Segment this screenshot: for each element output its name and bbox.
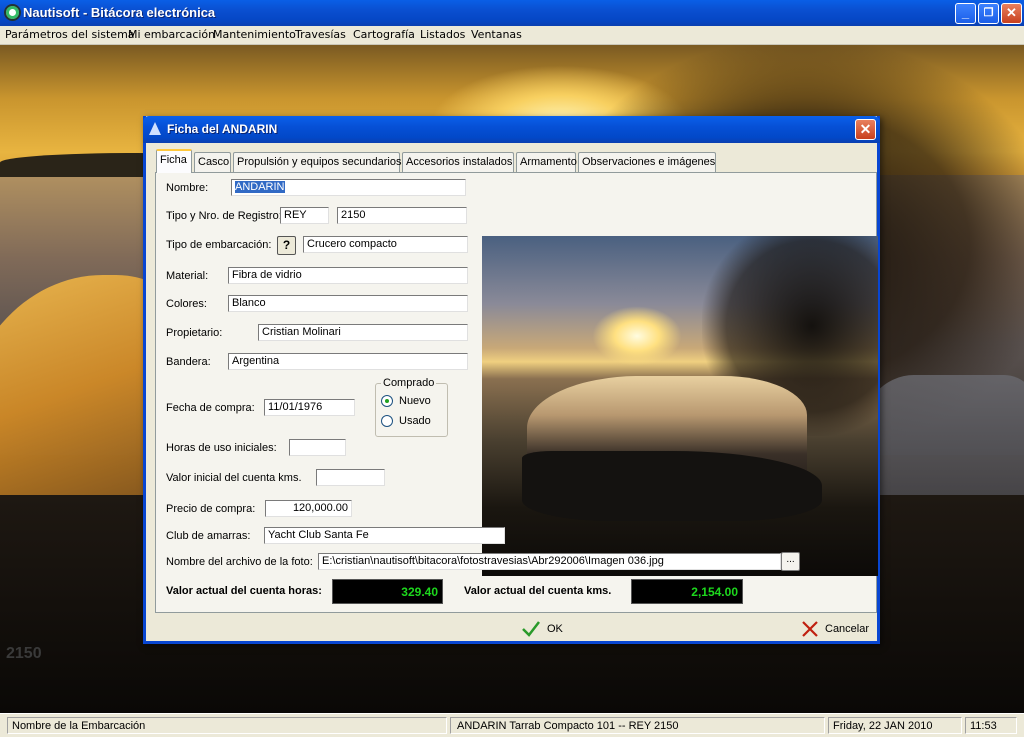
status-time: 11:53	[965, 717, 1017, 734]
club-field[interactable]: Yacht Club Santa Fe	[264, 527, 505, 544]
tab-casco[interactable]: Casco	[194, 152, 231, 172]
browse-photo-button[interactable]: ...	[781, 552, 800, 571]
menu-listados[interactable]: Listados	[420, 28, 465, 41]
kms-actual-display: 2,154.00	[631, 579, 743, 604]
dialog-title-bar: Ficha del ANDARIN ✕	[143, 116, 880, 143]
tipo-embarcacion-field[interactable]: Crucero compacto	[303, 236, 468, 253]
cancel-label: Cancelar	[825, 623, 870, 635]
tab-propulsion[interactable]: Propulsión y equipos secundarios	[233, 152, 402, 172]
colores-label: Colores:	[166, 298, 207, 310]
material-field[interactable]: Fibra de vidrio	[228, 267, 468, 284]
comprado-nuevo-label: Nuevo	[399, 395, 431, 407]
tipo-registro-label: Tipo y Nro. de Registro:	[166, 210, 282, 222]
club-label: Club de amarras:	[166, 530, 251, 542]
app-title: Nautisoft - Bitácora electrónica	[23, 5, 216, 20]
fecha-compra-field[interactable]: 11/01/1976	[264, 399, 355, 416]
background-registration: 2150	[6, 645, 42, 662]
menu-bar: Parámetros del sistema Mi embarcación Ma…	[0, 26, 1024, 45]
status-field-hint: Nombre de la Embarcación	[7, 717, 447, 734]
status-date: Friday, 22 JAN 2010	[828, 717, 962, 734]
menu-mantenimiento[interactable]: Mantenimiento	[213, 28, 296, 41]
horas-actual-display: 329.40	[332, 579, 443, 604]
tipo-embarcacion-label: Tipo de embarcación:	[166, 239, 272, 251]
valor-kms-label: Valor inicial del cuenta kms.	[166, 472, 302, 484]
nro-registro-field[interactable]: 2150	[337, 207, 467, 224]
horas-uso-field[interactable]	[289, 439, 346, 456]
foto-path-field[interactable]: E:\cristian\nautisoft\bitacora\fotostrav…	[318, 553, 781, 570]
comprado-group	[375, 383, 448, 437]
tab-ficha[interactable]: Ficha	[156, 149, 192, 173]
menu-parametros[interactable]: Parámetros del sistema	[5, 28, 135, 41]
horas-uso-label: Horas de uso iniciales:	[166, 442, 277, 454]
comprado-group-title: Comprado	[381, 377, 437, 389]
menu-cartografia[interactable]: Cartografía	[353, 28, 415, 41]
comprado-usado-label: Usado	[399, 415, 431, 427]
fecha-compra-label: Fecha de compra:	[166, 402, 255, 414]
horas-actual-label: Valor actual del cuenta horas:	[166, 585, 322, 597]
app-title-bar: Nautisoft - Bitácora electrónica _ ❐ ✕	[0, 0, 1024, 26]
status-boat-info: ANDARIN Tarrab Compacto 101 -- REY 2150	[450, 717, 825, 734]
dialog-title: Ficha del ANDARIN	[167, 122, 278, 136]
kms-actual-label: Valor actual del cuenta kms.	[464, 585, 612, 597]
nombre-label: Nombre:	[166, 182, 209, 194]
minimize-button[interactable]: _	[955, 3, 976, 24]
tab-panel-ficha: Nombre: ANDARIN Tipo y Nro. de Registro:…	[155, 172, 878, 613]
comprado-usado-radio[interactable]	[381, 415, 393, 427]
boat-record-dialog: Ficha del ANDARIN ✕ Ficha Casco Propulsi…	[143, 116, 880, 644]
colores-field[interactable]: Blanco	[228, 295, 468, 312]
maximize-button[interactable]: ❐	[978, 3, 999, 24]
tab-observaciones[interactable]: Observaciones e imágenes	[578, 152, 716, 172]
foto-label: Nombre del archivo de la foto:	[166, 556, 313, 568]
photo-boat-hull	[522, 451, 822, 521]
tab-armamento[interactable]: Armamento	[516, 152, 577, 172]
check-icon	[522, 621, 540, 637]
boat-photo	[482, 236, 878, 576]
sail-icon	[149, 122, 161, 135]
material-label: Material:	[166, 270, 209, 282]
bandera-field[interactable]: Argentina	[228, 353, 468, 370]
status-bar: Nombre de la Embarcación ANDARIN Tarrab …	[0, 713, 1024, 737]
bandera-label: Bandera:	[166, 356, 211, 368]
menu-travesias[interactable]: Travesías	[295, 28, 346, 41]
comprado-nuevo-radio[interactable]	[381, 395, 393, 407]
nombre-field[interactable]: ANDARIN	[231, 179, 466, 196]
tipo-registro-field[interactable]: REY	[280, 207, 329, 224]
cancel-button[interactable]: Cancelar	[801, 620, 869, 638]
nombre-value: ANDARIN	[235, 181, 285, 193]
precio-field[interactable]: 120,000.00	[265, 500, 352, 517]
photo-sun	[592, 306, 682, 366]
ok-button[interactable]: OK	[521, 620, 563, 638]
tab-accesorios[interactable]: Accesorios instalados	[402, 152, 514, 172]
close-button[interactable]: ✕	[1001, 3, 1022, 24]
help-question-icon[interactable]: ?	[277, 236, 296, 255]
propietario-label: Propietario:	[166, 327, 223, 339]
dialog-close-button[interactable]: ✕	[855, 119, 876, 140]
menu-mi-embarcacion[interactable]: Mi embarcación	[128, 28, 215, 41]
menu-ventanas[interactable]: Ventanas	[471, 28, 522, 41]
cancel-x-icon	[802, 621, 818, 637]
app-icon	[4, 4, 21, 21]
valor-kms-field[interactable]	[316, 469, 385, 486]
ok-label: OK	[547, 623, 563, 635]
propietario-field[interactable]: Cristian Molinari	[258, 324, 468, 341]
precio-label: Precio de compra:	[166, 503, 256, 515]
